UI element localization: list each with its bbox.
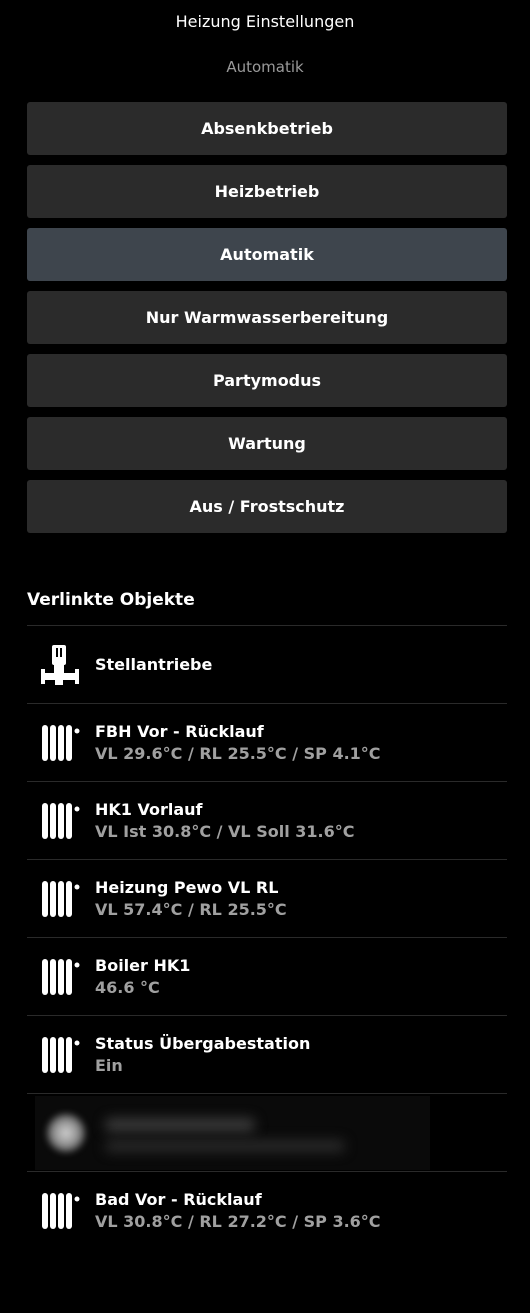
- linked-item-bad-vor-ruecklauf[interactable]: Bad Vor - Rücklauf VL 30.8°C / RL 27.2°C…: [27, 1171, 507, 1249]
- linked-item-value: VL Ist 30.8°C / VL Soll 31.6°C: [95, 821, 355, 841]
- linked-item-value: VL 30.8°C / RL 27.2°C / SP 3.6°C: [95, 1211, 381, 1231]
- mode-button-absenkbetrieb[interactable]: Absenkbetrieb: [27, 102, 507, 155]
- mode-button-partymodus[interactable]: Partymodus: [27, 354, 507, 407]
- linked-item-name: Boiler HK1: [95, 955, 191, 975]
- mode-button-nur-warmwasser[interactable]: Nur Warmwasserbereitung: [27, 291, 507, 344]
- redacted-overlay: [35, 1096, 430, 1170]
- linked-item-name: Status Übergabestation: [95, 1033, 311, 1053]
- linked-item-name: Heizung Pewo VL RL: [95, 877, 279, 897]
- mode-button-wartung[interactable]: Wartung: [27, 417, 507, 470]
- linked-item-heizung-pewo[interactable]: Heizung Pewo VL RL VL 57.4°C / RL 25.5°C: [27, 859, 507, 937]
- mode-button-automatik[interactable]: Automatik: [27, 228, 507, 281]
- radiator-icon: [27, 1172, 95, 1249]
- linked-item-value: Ein: [95, 1055, 123, 1075]
- linked-item-stellantriebe[interactable]: Stellantriebe: [27, 625, 507, 703]
- linked-item-name: Stellantriebe: [95, 654, 213, 674]
- mode-button-aus-frostschutz[interactable]: Aus / Frostschutz: [27, 480, 507, 533]
- radiator-icon: [27, 704, 95, 781]
- page-title: Heizung Einstellungen: [175, 12, 355, 31]
- linked-item-value: 46.6 °C: [95, 977, 160, 997]
- linked-item-value: VL 29.6°C / RL 25.5°C / SP 4.1°C: [95, 743, 381, 763]
- mode-button-heizbetrieb[interactable]: Heizbetrieb: [27, 165, 507, 218]
- radiator-icon: [27, 1016, 95, 1093]
- linked-item-hk1-vorlauf[interactable]: HK1 Vorlauf VL Ist 30.8°C / VL Soll 31.6…: [27, 781, 507, 859]
- linked-item-boiler-hk1[interactable]: Boiler HK1 46.6 °C: [27, 937, 507, 1015]
- linked-item-name: HK1 Vorlauf: [95, 799, 203, 819]
- linked-item-name: Bad Vor - Rücklauf: [95, 1189, 262, 1209]
- valve-actuator-icon: [27, 626, 95, 703]
- current-mode-label: Automatik: [226, 58, 304, 76]
- mode-list: Absenkbetrieb Heizbetrieb Automatik Nur …: [27, 102, 507, 543]
- linked-objects-title: Verlinkte Objekte: [27, 590, 195, 610]
- linked-item-name: FBH Vor - Rücklauf: [95, 721, 264, 741]
- linked-objects-list: Stellantriebe FBH Vor - Rücklauf VL 29.6…: [27, 625, 507, 1249]
- blurred-icon: [45, 1112, 87, 1154]
- linked-item-fbh-vor-ruecklauf[interactable]: FBH Vor - Rücklauf VL 29.6°C / RL 25.5°C…: [27, 703, 507, 781]
- radiator-icon: [27, 938, 95, 1015]
- blurred-text: [105, 1140, 345, 1152]
- blurred-text: [105, 1118, 255, 1132]
- linked-item-redacted[interactable]: [27, 1093, 507, 1171]
- radiator-icon: [27, 782, 95, 859]
- linked-item-status-uebergabestation[interactable]: Status Übergabestation Ein: [27, 1015, 507, 1093]
- radiator-icon: [27, 860, 95, 937]
- linked-item-value: VL 57.4°C / RL 25.5°C: [95, 899, 287, 919]
